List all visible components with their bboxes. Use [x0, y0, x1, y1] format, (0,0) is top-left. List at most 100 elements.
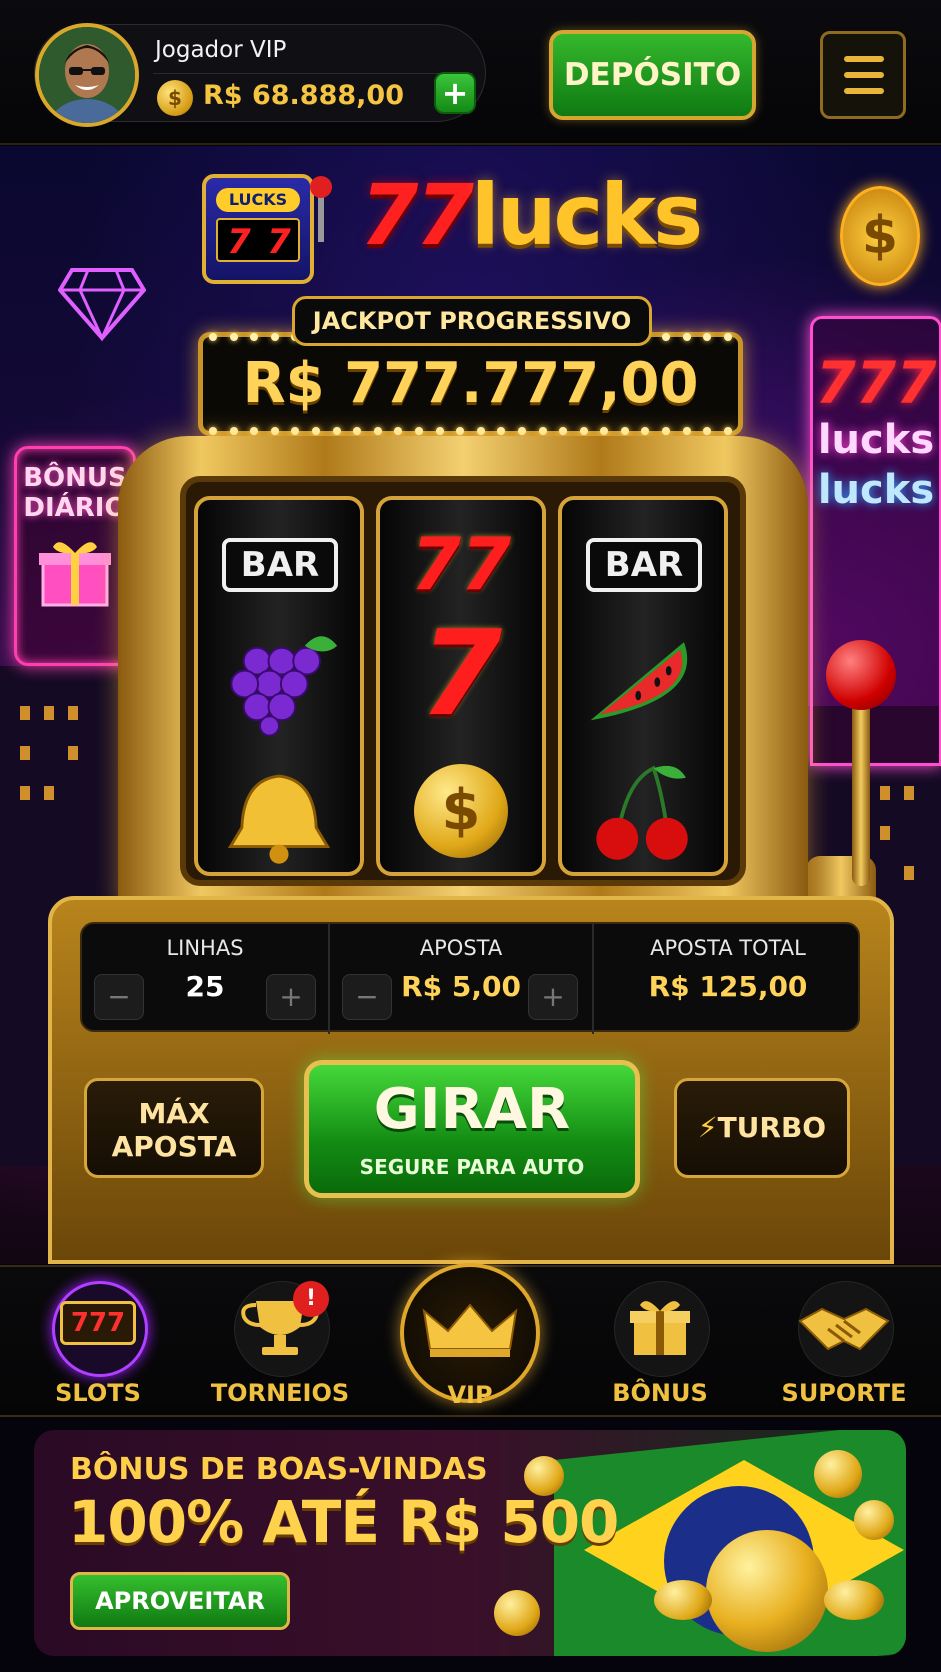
brand-word: lucks	[470, 166, 703, 264]
lines-increase-button[interactable]: +	[266, 974, 316, 1020]
neon-lucks-text: lucks	[817, 417, 935, 463]
claim-bonus-button[interactable]: APROVEITAR	[70, 1572, 290, 1630]
notification-badge: !	[293, 1281, 329, 1317]
neon-diamond-icon	[58, 268, 146, 342]
reels-window: BAR 77 7 $ BAR	[180, 476, 746, 886]
player-name: Jogador VIP	[155, 37, 287, 63]
player-card[interactable]: Jogador VIP $ R$ 68.888,00	[34, 23, 486, 127]
neon-lucks-text-blue: lucks	[817, 467, 935, 513]
brand-number: 77	[360, 166, 474, 264]
building-window	[20, 786, 30, 800]
gold-coin-icon	[824, 1580, 884, 1620]
building-window	[68, 706, 78, 720]
building-window	[880, 786, 890, 800]
slot-machine-cabinet: BAR 77 7 $ BAR	[118, 436, 808, 916]
golden-soccer-ball-icon	[706, 1530, 828, 1652]
marquee-lights-bottom	[209, 427, 732, 435]
logo-seven-right: 7	[267, 222, 291, 262]
gold-coin-icon	[654, 1580, 712, 1620]
logo-seven-left: 7	[227, 222, 251, 262]
reel-3: BAR	[558, 496, 728, 876]
double-seven-symbol: 77	[410, 522, 512, 606]
total-bet-section: APOSTA TOTAL R$ 125,00	[592, 924, 862, 1034]
nav-label: TORNEIOS	[210, 1379, 350, 1407]
nav-item-torneios[interactable]: ! TORNEIOS	[200, 1267, 360, 1419]
hamburger-menu-button[interactable]	[820, 31, 906, 119]
building-window	[68, 746, 78, 760]
turbo-button[interactable]: ⚡TURBO	[674, 1078, 850, 1178]
bet-controls-panel: LINHAS 25 − + APOSTA R$ 5,00 − + APOSTA …	[48, 896, 894, 1264]
jackpot-amount: R$ 777.777,00	[242, 351, 699, 416]
cherries-symbol-icon	[596, 765, 688, 860]
gold-coin-icon	[854, 1500, 894, 1540]
promo-title: BÔNUS DE BOAS-VINDAS	[70, 1452, 488, 1487]
lines-section: LINHAS 25 − +	[82, 924, 328, 1034]
logo-badge-reels: 7 7	[216, 218, 300, 262]
bottom-navigation: 777 SLOTS ! TORNEIOS VIP BÔNUS SUPORTE	[0, 1263, 941, 1419]
crown-icon	[422, 1303, 518, 1357]
reel-1: BAR	[194, 496, 364, 876]
gift-icon	[630, 1301, 690, 1355]
logo-badge-title: LUCKS	[216, 188, 300, 212]
bet-increase-button[interactable]: +	[528, 974, 578, 1020]
menu-line-icon	[844, 72, 884, 78]
neon-777-text: 777	[815, 349, 937, 417]
slot-game-area: BÔNUS DIÁRIO $ 777 lucks lucks LUCKS 7 7…	[0, 146, 941, 1264]
max-bet-button[interactable]: MÁX APOSTA	[84, 1078, 264, 1178]
top-bar: Jogador VIP $ R$ 68.888,00 + DEPÓSITO	[0, 0, 941, 145]
bar-symbol: BAR	[586, 538, 702, 592]
nav-item-suporte[interactable]: SUPORTE	[764, 1267, 924, 1419]
coin-symbol: $	[380, 764, 542, 858]
watermelon-symbol-icon	[590, 642, 688, 721]
dollar-coin-icon: $	[414, 764, 508, 858]
spin-label: GIRAR	[373, 1077, 571, 1142]
bar-symbol: BAR	[222, 538, 338, 592]
trophy-icon	[241, 1301, 319, 1355]
nav-item-slots[interactable]: 777 SLOTS	[18, 1267, 178, 1419]
nav-item-bonus[interactable]: BÔNUS	[580, 1267, 740, 1419]
lightning-icon: ⚡	[697, 1111, 718, 1144]
coin-icon: $	[157, 80, 193, 116]
max-bet-label-line2: APOSTA	[111, 1130, 237, 1163]
promo-amount: 100% ATÉ R$ 500	[68, 1488, 619, 1556]
daily-bonus-sign-text: BÔNUS DIÁRIO	[23, 463, 127, 523]
nav-item-vip[interactable]: VIP	[390, 1263, 550, 1419]
player-avatar[interactable]	[35, 23, 139, 127]
balance-row: $ R$ 68.888,00	[153, 73, 473, 116]
add-funds-button[interactable]: +	[434, 72, 476, 114]
bet-decrease-button[interactable]: −	[342, 974, 392, 1020]
gift-icon	[39, 542, 111, 607]
grapes-symbol-icon	[230, 636, 338, 737]
building-window	[44, 786, 54, 800]
welcome-bonus-banner[interactable]: BÔNUS DE BOAS-VINDAS 100% ATÉ R$ 500 APR…	[34, 1430, 906, 1656]
lucks-logo-badge: LUCKS 7 7	[202, 174, 314, 284]
building-window	[44, 706, 54, 720]
deposit-button[interactable]: DEPÓSITO	[549, 30, 756, 120]
building-window	[20, 706, 30, 720]
slot-icon-reels: 777	[59, 1301, 137, 1345]
jackpot-display: R$ 777.777,00	[198, 332, 743, 436]
spin-button[interactable]: GIRAR SEGURE PARA AUTO	[304, 1060, 640, 1198]
total-bet-value: R$ 125,00	[648, 970, 808, 1003]
lever-handle-icon[interactable]	[826, 640, 896, 710]
seven-symbol: 7	[419, 604, 503, 742]
building-window	[20, 746, 30, 760]
handshake-icon	[798, 1307, 890, 1351]
bet-label: APOSTA	[419, 936, 503, 960]
jackpot-label: JACKPOT PROGRESSIVO	[292, 296, 652, 346]
nav-label: SLOTS	[55, 1379, 141, 1407]
building-window	[880, 826, 890, 840]
lines-decrease-button[interactable]: −	[94, 974, 144, 1020]
gold-coin-icon	[814, 1450, 862, 1498]
gold-coin-icon	[494, 1590, 540, 1636]
total-bet-label: APOSTA TOTAL	[650, 936, 806, 960]
bell-symbol-icon	[227, 774, 331, 864]
menu-line-icon	[844, 56, 884, 62]
avatar-portrait-icon	[39, 27, 135, 123]
bet-section: APOSTA R$ 5,00 − +	[328, 924, 592, 1034]
max-bet-label-line1: MÁX	[138, 1097, 210, 1130]
slot-machine-icon: 777	[18, 1301, 178, 1345]
nav-label: BÔNUS	[612, 1379, 708, 1407]
logo-lever-ball-icon	[310, 176, 332, 198]
lines-label: LINHAS	[166, 936, 244, 960]
